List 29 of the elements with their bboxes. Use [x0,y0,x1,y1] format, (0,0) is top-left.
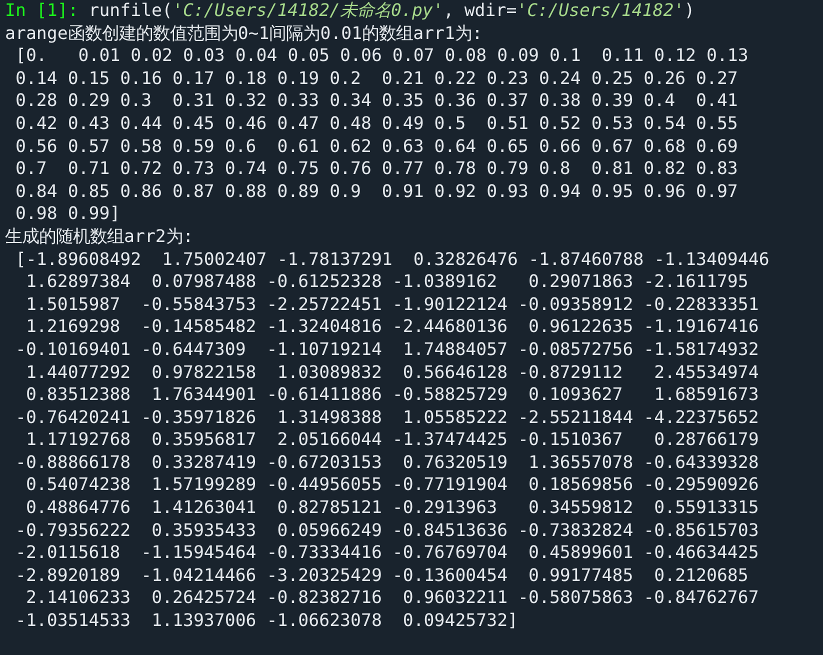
output-line: 0.56 0.57 0.58 0.59 0.6 0.61 0.62 0.63 0.64 0.65 0.66 0.67 0.68 0.69 [14,136,738,158]
output-line: 2.14106233 0.26425724 -0.82382716 0.96032211 -0.58075863 -0.84762767 [24,587,759,610]
output-line: -0.88866178 0.33287419 -0.67203153 0.76320519 1.36557078 -0.64339328 [14,452,759,474]
output-line: [-1.89608492 1.75002407 -1.78137291 0.32826476 -1.87460788 -1.13409446 [14,248,770,272]
output-line: -2.8920189 -1.04214466 -3.20325429 -0.13600454 0.99177485 0.2120685 [14,564,748,588]
output-line: 0.48864776 1.41263041 0.82785121 -0.2913963 0.34559812 0.55913315 [24,497,759,520]
output-line: 0.54074238 1.57199289 -0.44956055 -0.77191904 0.18569856 -0.29590926 [24,474,759,498]
output-line: 0.98 0.99] [14,203,120,226]
output-line: 0.84 0.85 0.86 0.87 0.88 0.89 0.9 0.91 0.92 0.93 0.94 0.95 0.96 0.97 [14,180,738,204]
code-line: runfile('C:/Users/14182/未命名0.py', wdir='C:/Users/14182') [88,0,695,23]
output-line: -0.79356222 0.35935433 0.05966249 -0.84513636 -0.73832824 -0.85615703 [14,520,759,542]
output-line: 1.62897384 0.07987488 -0.61252328 -1.0389162 0.29071863 -2.1611795 [24,271,748,294]
output-line: [0. 0.01 0.02 0.03 0.04 0.05 0.06 0.07 0.08 0.09 0.1 0.11 0.12 0.13 [14,45,748,68]
output-line: 1.2169298 -0.14585482 -1.32404816 -2.44680136 0.96122635 -1.19167416 [24,316,759,339]
output-line: 0.14 0.15 0.16 0.17 0.18 0.19 0.2 0.21 0.22 0.23 0.24 0.25 0.26 0.27 [14,68,738,90]
output-line: 0.83512388 1.76344901 -0.61411886 -0.58825729 0.1093627 1.68591673 [24,384,759,407]
output-line: 生成的随机数组arr2为: [5,226,194,249]
output-line: 1.44077292 0.97822158 1.03089832 0.56646128 -0.8729112 2.45534974 [24,362,759,384]
output-line: -0.10169401 -0.6447309 -1.10719214 1.74884057 -0.08572756 -1.58174932 [14,338,759,362]
output-line: 1.17192768 0.35956817 2.05166044 -1.37474425 -0.1510367 0.28766179 [24,429,759,452]
output-line: 1.5015987 -0.55843753 -2.25722451 -1.90122124 -0.09358912 -0.22833351 [24,294,759,316]
output-line: 0.42 0.43 0.44 0.45 0.46 0.47 0.48 0.49 0.5 0.51 0.52 0.53 0.54 0.55 [14,112,738,136]
output-line: -1.03514533 1.13937006 -1.06623078 0.09425732] [14,610,518,633]
output-line: -2.0115618 -1.15945464 -0.73334416 -0.76769704 0.45899601 -0.46634425 [14,542,759,565]
output-line: 0.7 0.71 0.72 0.73 0.74 0.75 0.76 0.77 0.78 0.79 0.8 0.81 0.82 0.83 [14,158,738,181]
prompt-label: In [1]: [5,0,78,23]
output-line: arange函数创建的数值范围为0~1间隔为0.01的数组arr1为: [5,22,482,46]
output-line: -0.76420241 -0.35971826 1.31498388 1.05585222 -2.55211844 -4.22375652 [14,406,759,430]
output-line: 0.28 0.29 0.3 0.31 0.32 0.33 0.34 0.35 0.36 0.37 0.38 0.39 0.4 0.41 [14,90,738,113]
